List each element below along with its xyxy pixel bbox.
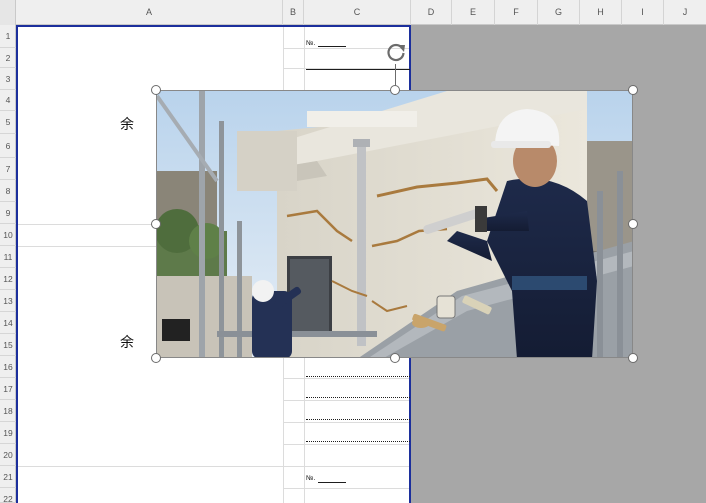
row-gridline (283, 444, 409, 445)
cell-c1-text: №. (306, 40, 316, 47)
resize-handle-bottom-left[interactable] (151, 353, 161, 363)
cell-a5-text: 余 (120, 117, 134, 133)
row-gridline (283, 68, 409, 69)
column-header-a[interactable]: A (16, 0, 283, 25)
row-header-21[interactable]: 21 (0, 466, 16, 488)
row-gridline (283, 400, 409, 401)
row-gridline (18, 466, 409, 467)
dotted-rule-19 (306, 441, 410, 442)
resize-handle-bottom-right[interactable] (628, 353, 638, 363)
column-header-b[interactable]: B (283, 0, 304, 25)
row-gridline (283, 378, 409, 379)
dotted-rule-18 (306, 419, 410, 420)
row-header-15[interactable]: 15 (0, 334, 16, 356)
row-header-5[interactable]: 5 (0, 111, 16, 134)
resize-handle-top-left[interactable] (151, 85, 161, 95)
resize-handle-top-right[interactable] (628, 85, 638, 95)
column-header-j[interactable]: J (664, 0, 706, 25)
c21-underline (318, 482, 346, 483)
row-gridline (283, 488, 409, 489)
column-header-f[interactable]: F (495, 0, 538, 25)
row-header-16[interactable]: 16 (0, 356, 16, 378)
column-header-d[interactable]: D (411, 0, 452, 25)
row-header-17[interactable]: 17 (0, 378, 16, 400)
column-header-g[interactable]: G (538, 0, 580, 25)
row-header-19[interactable]: 19 (0, 422, 16, 444)
row-header-column: 1 2 3 4 5 6 7 8 9 10 11 12 13 14 15 16 17 18 19 20 21 22 (0, 25, 16, 503)
resize-handle-right[interactable] (628, 219, 638, 229)
c1-underline (318, 46, 346, 47)
photo-image-icon (157, 91, 632, 357)
row-header-6[interactable]: 6 (0, 134, 16, 158)
cell-a15-text: 余 (120, 335, 134, 351)
row-header-18[interactable]: 18 (0, 400, 16, 422)
row-header-9[interactable]: 9 (0, 202, 16, 224)
row-header-4[interactable]: 4 (0, 90, 16, 111)
column-header-e[interactable]: E (452, 0, 495, 25)
photo-image[interactable] (156, 90, 633, 358)
row-header-13[interactable]: 13 (0, 290, 16, 312)
cell-c21-text: №. (306, 475, 316, 482)
dotted-rule-16 (306, 376, 410, 377)
column-header-c[interactable]: C (304, 0, 411, 25)
select-all-corner[interactable] (0, 0, 16, 25)
row-header-11[interactable]: 11 (0, 246, 16, 268)
column-header-i[interactable]: I (622, 0, 664, 25)
row-header-3[interactable]: 3 (0, 68, 16, 90)
row-header-20[interactable]: 20 (0, 444, 16, 466)
row-header-14[interactable]: 14 (0, 312, 16, 334)
row-header-22[interactable]: 22 (0, 488, 16, 503)
resize-handle-top[interactable] (390, 85, 400, 95)
row-header-2[interactable]: 2 (0, 48, 16, 68)
row-header-7[interactable]: 7 (0, 158, 16, 180)
resize-handle-bottom[interactable] (390, 353, 400, 363)
column-header-row: A B C D E F G H I J (0, 0, 706, 25)
rotate-handle-icon[interactable] (385, 42, 407, 64)
dotted-rule-17 (306, 397, 410, 398)
row-header-8[interactable]: 8 (0, 180, 16, 202)
column-header-h[interactable]: H (580, 0, 622, 25)
row-header-10[interactable]: 10 (0, 224, 16, 246)
row-header-1[interactable]: 1 (0, 25, 16, 48)
row-gridline (283, 422, 409, 423)
row-header-12[interactable]: 12 (0, 268, 16, 290)
rotate-handle-stem (395, 64, 396, 86)
resize-handle-left[interactable] (151, 219, 161, 229)
